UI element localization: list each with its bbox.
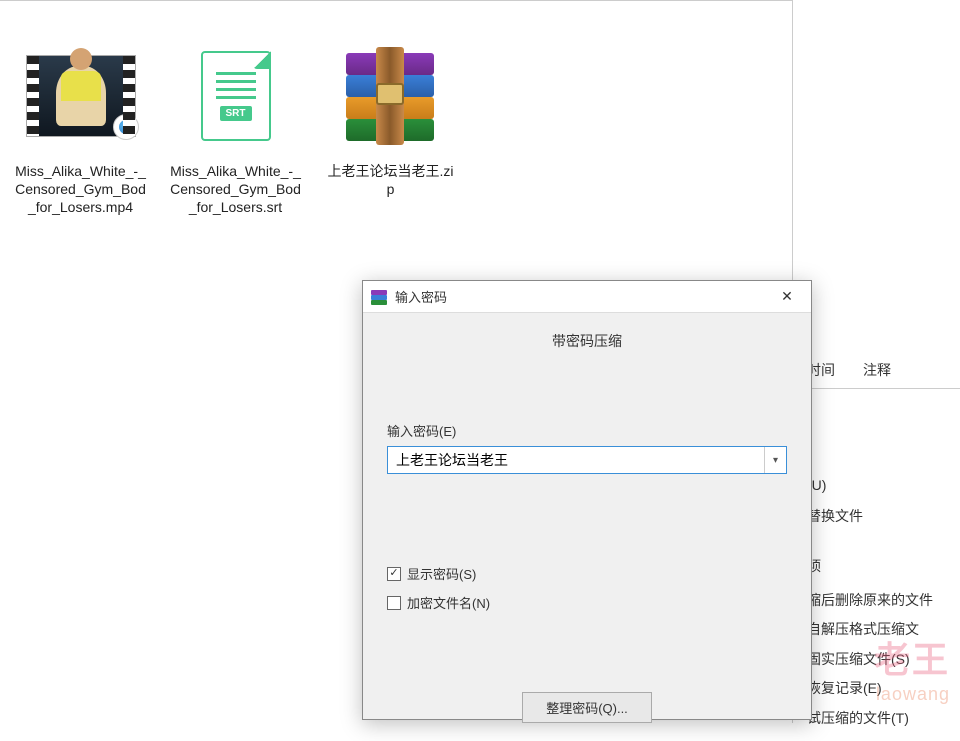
encrypt-names-checkbox[interactable]: [387, 596, 401, 610]
bg-check-recovery[interactable]: 恢复记录(E): [807, 674, 933, 703]
dialog-subtitle: 带密码压缩: [387, 331, 787, 351]
close-button[interactable]: ✕: [771, 285, 803, 309]
file-item-zip[interactable]: 上老王论坛当老王.zip: [318, 30, 463, 223]
bg-check-solid[interactable]: 固实压缩文件(S): [807, 645, 933, 674]
bg-check-delete[interactable]: 缩后删除原来的文件: [807, 586, 933, 615]
play-badge-icon: [113, 114, 139, 140]
replace-file-label: 替换文件: [807, 501, 863, 532]
file-label: Miss_Alika_White_-_Censored_Gym_Bod_for_…: [14, 162, 147, 217]
file-list: Miss_Alika_White_-_Censored_Gym_Bod_for_…: [8, 30, 463, 223]
dialog-title: 输入密码: [395, 287, 771, 306]
password-dialog: 输入密码 ✕ 带密码压缩 输入密码(E) ▾ 显示密码(S) 加密文件名(N) …: [362, 280, 812, 720]
password-input[interactable]: [388, 447, 764, 473]
background-panel: 时间 注释 (U) 替换文件 顷 缩后删除原来的文件 自解压格式压缩文 固实压缩…: [792, 0, 960, 723]
video-thumbnail-icon: [21, 36, 141, 156]
file-label: 上老王论坛当老王.zip: [324, 162, 457, 198]
dialog-titlebar[interactable]: 输入密码 ✕: [363, 281, 811, 313]
option-suffix: (U): [807, 470, 863, 501]
bg-check-sfx[interactable]: 自解压格式压缩文: [807, 615, 933, 644]
manage-passwords-button[interactable]: 整理密码(Q)...: [522, 692, 652, 723]
dropdown-arrow-icon[interactable]: ▾: [764, 447, 786, 473]
encrypt-names-label: 加密文件名(N): [407, 593, 490, 612]
file-item-srt[interactable]: SRT Miss_Alika_White_-_Censored_Gym_Bod_…: [163, 30, 308, 223]
tab-comment[interactable]: 注释: [863, 360, 891, 380]
password-combobox[interactable]: ▾: [387, 446, 787, 474]
file-item-video[interactable]: Miss_Alika_White_-_Censored_Gym_Bod_for_…: [8, 30, 153, 223]
bg-check-test[interactable]: 试压缩的文件(T): [807, 704, 933, 733]
file-label: Miss_Alika_White_-_Censored_Gym_Bod_for_…: [169, 162, 302, 217]
show-password-checkbox[interactable]: [387, 567, 401, 581]
password-label: 输入密码(E): [387, 421, 787, 440]
srt-file-icon: SRT: [176, 36, 296, 156]
close-icon: ✕: [781, 288, 793, 305]
winrar-icon: [371, 289, 387, 305]
zip-archive-icon: [331, 36, 451, 156]
show-password-label: 显示密码(S): [407, 564, 476, 583]
